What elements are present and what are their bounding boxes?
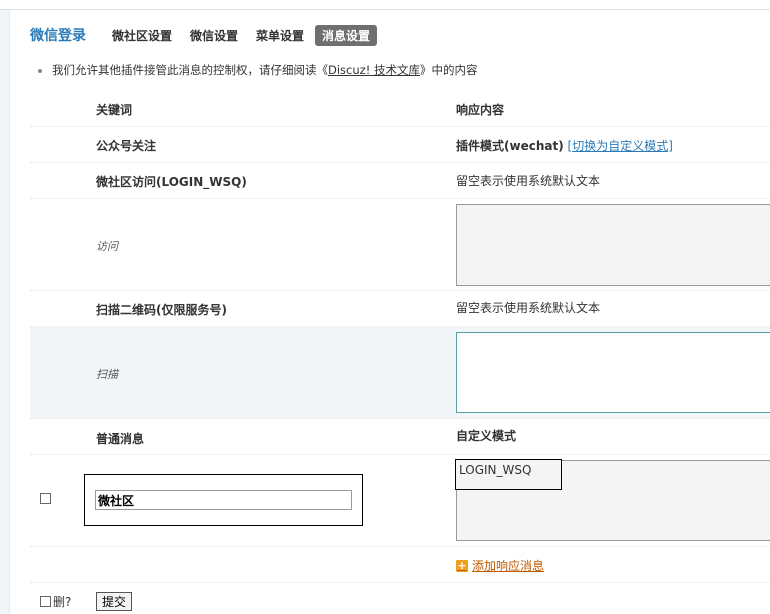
normal-message-mode: 自定义模式 bbox=[456, 429, 517, 443]
scan-response-input[interactable] bbox=[456, 332, 770, 413]
visit-label-row: 微社区访问(LOGIN_WSQ) 留空表示使用系统默认文本 bbox=[30, 163, 770, 199]
response-value[interactable]: LOGIN_WSQ bbox=[455, 459, 562, 490]
notice: 我们允许其他插件接管此消息的控制权，请仔细阅读《Discuz! 技术文库》中的内… bbox=[38, 62, 477, 78]
page-title: 微信登录 bbox=[30, 28, 86, 44]
top-bar bbox=[0, 0, 770, 10]
submit-button[interactable]: 提交 bbox=[96, 592, 132, 611]
switch-mode-link[interactable]: [切换为自定义模式] bbox=[568, 139, 673, 153]
tab-community-settings[interactable]: 微社区设置 bbox=[112, 26, 172, 45]
col-keyword-header: 关键词 bbox=[96, 103, 133, 117]
left-strip bbox=[0, 10, 10, 614]
tab-wechat-settings[interactable]: 微信设置 bbox=[190, 26, 238, 45]
follow-label: 公众号关注 bbox=[96, 139, 157, 153]
add-message-link[interactable]: + 添加响应消息 bbox=[456, 557, 544, 574]
add-message-row bbox=[30, 547, 770, 583]
message-delete-checkbox[interactable] bbox=[40, 493, 51, 504]
normal-message-row: 普通消息 自定义模式 bbox=[30, 419, 770, 455]
follow-row: 公众号关注 插件模式(wechat) [切换为自定义模式] bbox=[30, 127, 770, 163]
visit-sublabel: 访问 bbox=[96, 240, 118, 253]
delete-all-checkbox[interactable] bbox=[40, 596, 51, 607]
col-response-header: 响应内容 bbox=[456, 103, 505, 117]
add-message-label: 添加响应消息 bbox=[472, 559, 545, 573]
scan-label-row: 扫描二维码(仅限服务号) 留空表示使用系统默认文本 bbox=[30, 291, 770, 327]
visit-label: 微社区访问(LOGIN_WSQ) bbox=[96, 175, 247, 189]
docs-link[interactable]: Discuz! 技术文库 bbox=[328, 63, 420, 77]
scan-sublabel: 扫描 bbox=[96, 368, 118, 381]
notice-prefix: 我们允许其他插件接管此消息的控制权，请仔细阅读《 bbox=[52, 63, 328, 77]
follow-mode: 插件模式(wechat) [切换为自定义模式] bbox=[456, 137, 673, 154]
footer: 删? bbox=[40, 593, 71, 610]
visit-hint: 留空表示使用系统默认文本 bbox=[456, 174, 601, 188]
keyword-input[interactable] bbox=[95, 490, 352, 510]
notice-suffix: 》中的内容 bbox=[419, 63, 478, 77]
follow-mode-text: 插件模式(wechat) bbox=[456, 139, 564, 153]
delete-label: 删? bbox=[53, 595, 72, 609]
tab-menu-settings[interactable]: 菜单设置 bbox=[256, 26, 304, 45]
bullet-icon bbox=[38, 68, 42, 73]
scan-label: 扫描二维码(仅限服务号) bbox=[96, 303, 227, 317]
tab-message-settings[interactable]: 消息设置 bbox=[315, 24, 378, 46]
page-header: 微信登录 微社区设置 微信设置 菜单设置 消息设置 bbox=[30, 24, 395, 46]
plus-icon: + bbox=[456, 558, 468, 572]
visit-response-input[interactable] bbox=[456, 204, 770, 286]
scan-hint: 留空表示使用系统默认文本 bbox=[456, 301, 601, 315]
normal-message-label: 普通消息 bbox=[96, 432, 145, 446]
table-header-row: 关键词 响应内容 bbox=[30, 90, 770, 127]
